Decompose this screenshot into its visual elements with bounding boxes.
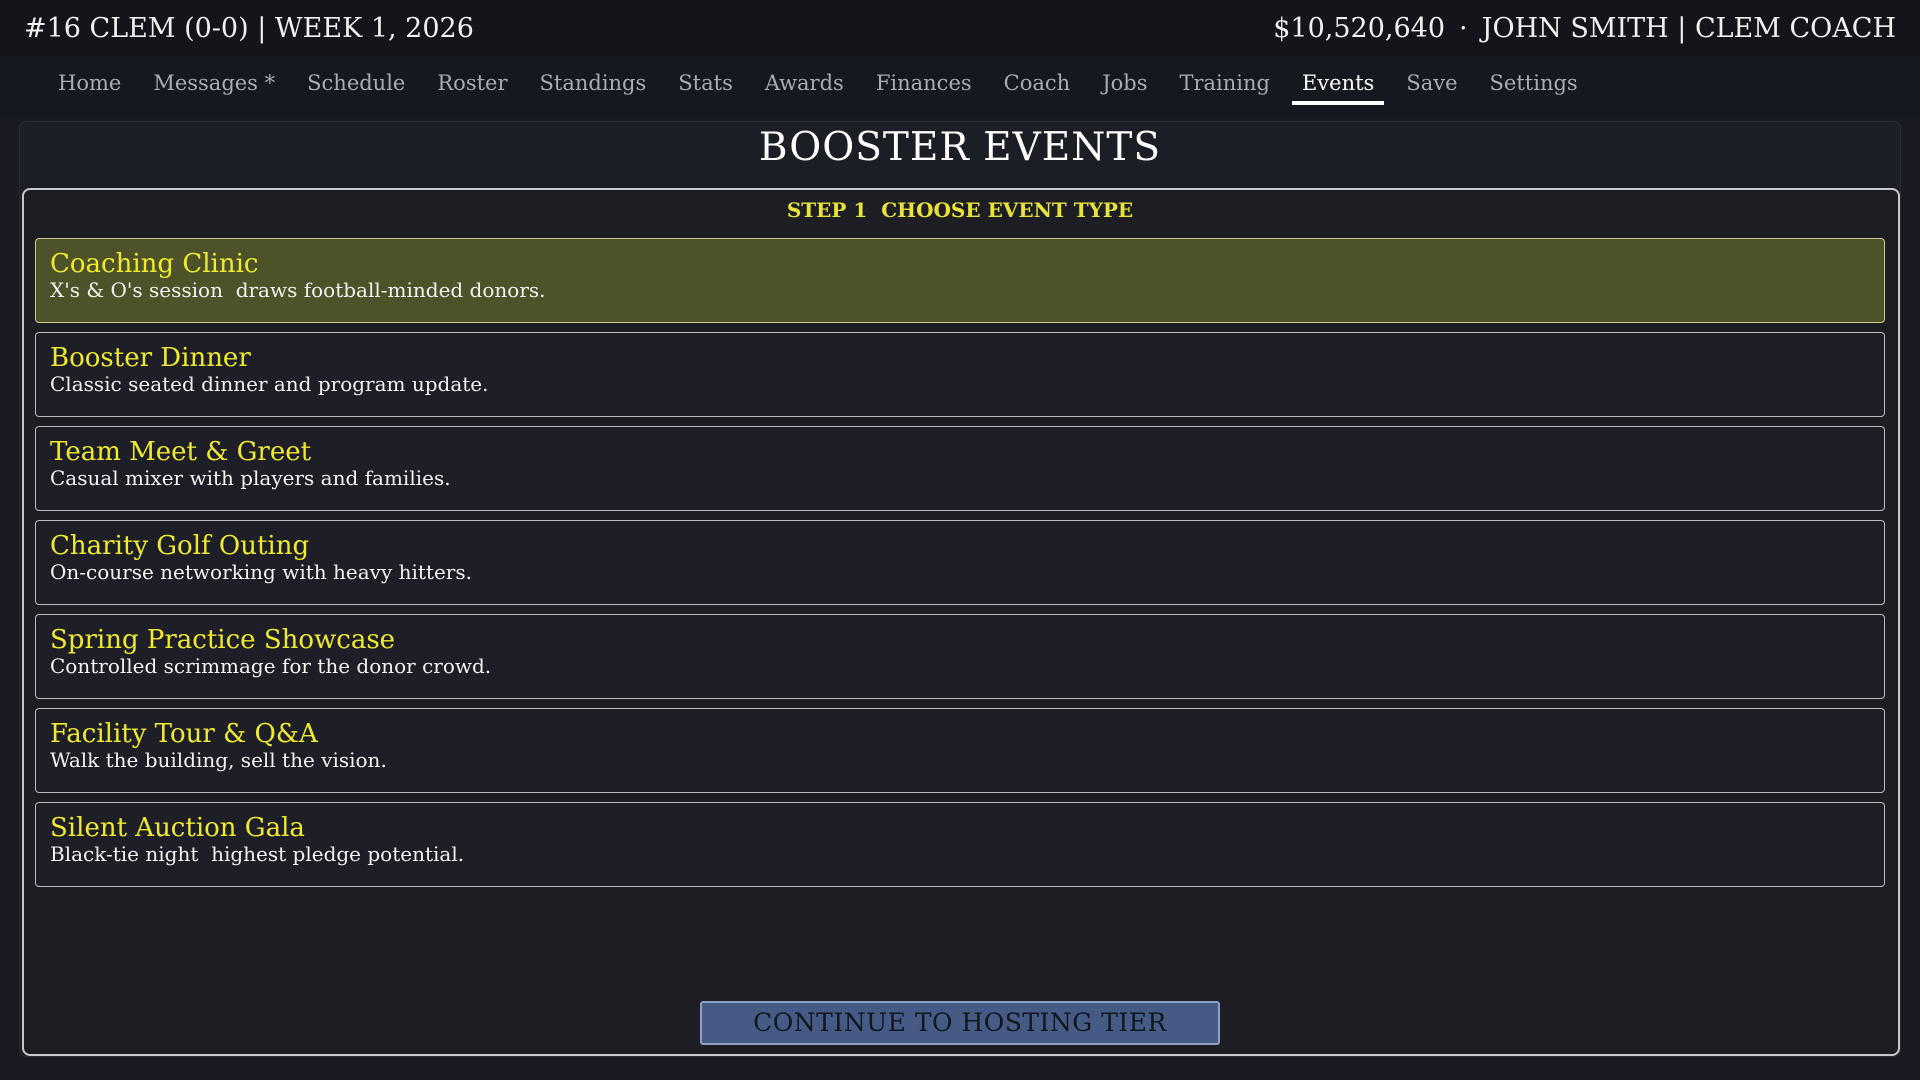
nav-standings[interactable]: Standings: [530, 66, 657, 105]
nav-home[interactable]: Home: [48, 66, 131, 105]
event-description: Casual mixer with players and families.: [50, 466, 451, 490]
nav-stats[interactable]: Stats: [668, 66, 743, 105]
nav-roster[interactable]: Roster: [427, 66, 517, 105]
event-description: Walk the building, sell the vision.: [50, 748, 387, 772]
event-description: On-course networking with heavy hitters.: [50, 560, 472, 584]
top-status-bar: #16 CLEM (0-0) | WEEK 1, 2026 $10,520,64…: [0, 0, 1920, 56]
event-option-charity-golf-outing[interactable]: Charity Golf Outing On-course networking…: [35, 520, 1885, 605]
nav-coach[interactable]: Coach: [994, 66, 1081, 105]
nav-finances[interactable]: Finances: [866, 66, 982, 105]
account-info: $10,520,640 · JOHN SMITH | CLEM COACH: [1273, 13, 1896, 44]
main-nav: Home Messages * Schedule Roster Standing…: [0, 56, 1920, 116]
budget-amount: $10,520,640: [1273, 12, 1446, 44]
nav-jobs[interactable]: Jobs: [1092, 66, 1157, 105]
event-option-silent-auction-gala[interactable]: Silent Auction Gala Black-tie night high…: [35, 802, 1885, 887]
step-label: STEP 1 CHOOSE EVENT TYPE: [786, 198, 1134, 222]
event-title: Silent Auction Gala: [50, 813, 305, 843]
nav-events[interactable]: Events: [1291, 66, 1385, 105]
event-option-facility-tour-qa[interactable]: Facility Tour & Q&A Walk the building, s…: [35, 708, 1885, 793]
coach-name: JOHN SMITH | CLEM COACH: [1481, 12, 1896, 44]
event-title: Coaching Clinic: [50, 249, 259, 279]
event-title: Facility Tour & Q&A: [50, 719, 318, 749]
event-option-team-meet-greet[interactable]: Team Meet & Greet Casual mixer with play…: [35, 426, 1885, 511]
event-description: Classic seated dinner and program update…: [50, 372, 489, 396]
nav-save[interactable]: Save: [1396, 66, 1467, 105]
event-description: Controlled scrimmage for the donor crowd…: [50, 654, 492, 678]
info-separator: ·: [1459, 12, 1468, 44]
event-title: Spring Practice Showcase: [50, 625, 396, 655]
page-title: BOOSTER EVENTS: [758, 125, 1162, 170]
nav-awards[interactable]: Awards: [755, 66, 854, 105]
continue-to-hosting-tier-button[interactable]: CONTINUE TO HOSTING TIER: [700, 1001, 1220, 1045]
team-week-info: #16 CLEM (0-0) | WEEK 1, 2026: [24, 12, 474, 44]
nav-schedule[interactable]: Schedule: [297, 66, 415, 105]
event-description: X's & O's session draws football-minded …: [50, 278, 546, 302]
nav-messages[interactable]: Messages *: [143, 66, 285, 105]
event-title: Team Meet & Greet: [50, 437, 312, 467]
event-type-list: Coaching Clinic X's & O's session draws …: [35, 238, 1885, 896]
event-title: Charity Golf Outing: [50, 531, 310, 561]
event-option-booster-dinner[interactable]: Booster Dinner Classic seated dinner and…: [35, 332, 1885, 417]
event-title: Booster Dinner: [50, 343, 251, 373]
event-description: Black-tie night highest pledge potential…: [50, 842, 465, 866]
event-option-spring-practice-showcase[interactable]: Spring Practice Showcase Controlled scri…: [35, 614, 1885, 699]
nav-training[interactable]: Training: [1169, 66, 1280, 105]
event-option-coaching-clinic[interactable]: Coaching Clinic X's & O's session draws …: [35, 238, 1885, 323]
nav-settings[interactable]: Settings: [1480, 66, 1588, 105]
